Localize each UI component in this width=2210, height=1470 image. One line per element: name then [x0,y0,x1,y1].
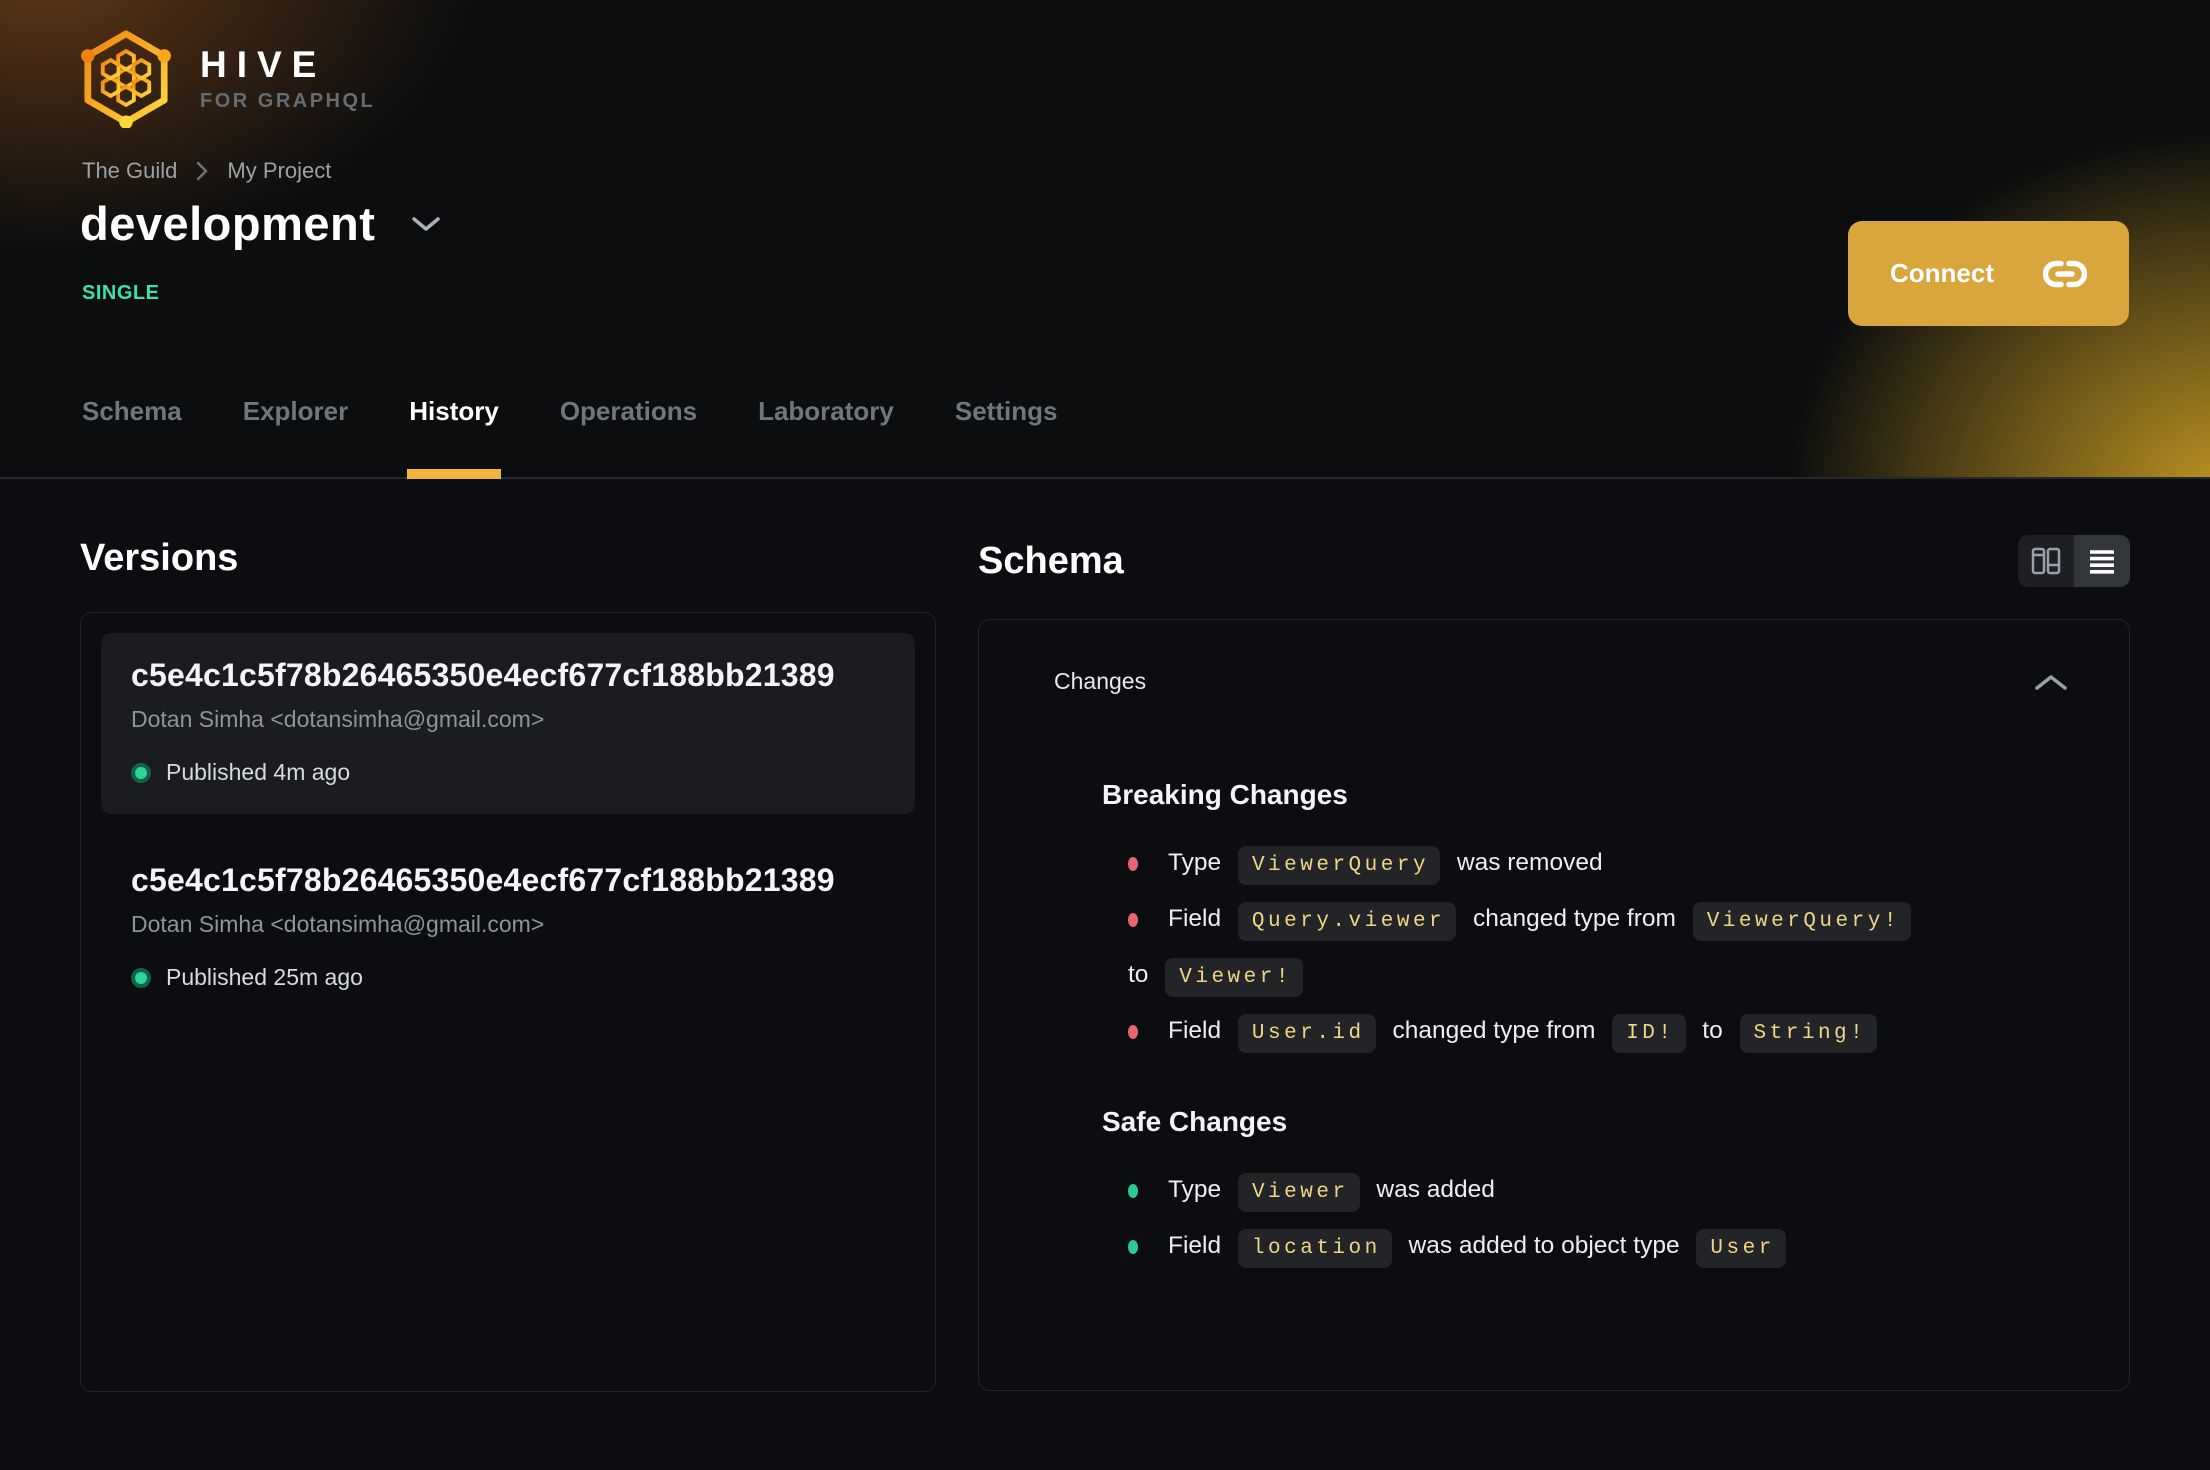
version-status-text: Published 4m ago [166,759,351,785]
change-item: Type Viewer was added [1128,1163,2069,1219]
change-text: was added to object type [1401,1232,1687,1259]
change-item: Field User.id changed type from ID! to S… [1128,1004,2069,1060]
published-status-dot [131,967,151,988]
change-text: Field [1168,1232,1228,1259]
code-chip: Query.viewer [1237,902,1457,941]
brand-name: HIVE [200,43,327,85]
chevron-right-icon [197,161,208,181]
tab-settings[interactable]: Settings [953,396,1060,477]
tab-laboratory[interactable]: Laboratory [756,396,896,477]
tab-bar: Schema Explorer History Operations Laborator… [80,396,1060,479]
list-view-button[interactable] [2074,535,2130,587]
list-view-icon [2090,550,2114,574]
hive-honeycomb-icon [81,30,171,128]
version-author: Dotan Simha <dotansimha@gmail.com> [131,706,545,732]
code-chip: String! [1739,1014,1878,1053]
tab-explorer[interactable]: Explorer [241,396,351,477]
change-item: Field Query.viewer changed type from Vie… [1128,892,2069,1004]
code-chip: User [1696,1229,1786,1268]
breaking-bullet [1128,856,1138,871]
version-status-text: Published 25m ago [166,964,363,990]
breadcrumb-project[interactable]: My Project [227,158,331,184]
tab-history[interactable]: History [407,396,501,479]
tab-operations[interactable]: Operations [558,396,699,477]
versions-heading: Versions [80,537,239,579]
change-item: Type ViewerQuery was removed [1128,836,2069,892]
version-hash: c5e4c1c5f78b26465350e4ecf677cf188bb21389 [131,862,835,898]
change-text: to [1695,1017,1730,1044]
code-chip: location [1237,1229,1392,1268]
schema-changes-panel: Changes Breaking Changes Type ViewerQuery… [978,619,2130,1391]
breadcrumb-org[interactable]: The Guild [82,158,177,184]
schema-heading: Schema [978,539,1124,582]
link-icon [2043,260,2087,287]
change-text: Type [1168,849,1228,876]
status-badge: SINGLE [82,282,160,304]
columns-view-icon [2031,547,2061,575]
chevron-up-icon [2035,674,2067,690]
breaking-bullet [1128,1024,1138,1039]
view-toggle [2018,535,2130,587]
target-selector[interactable]: development [80,196,441,251]
brand-logo[interactable]: HIVE FOR GRAPHQL [78,28,375,128]
change-text: changed type from [1385,1017,1603,1044]
code-chip: Viewer! [1165,958,1303,997]
chevron-down-icon [412,216,441,231]
code-chip: Viewer [1237,1173,1360,1212]
change-item: Field location was added to object type … [1128,1219,2069,1275]
connect-button[interactable]: Connect [1848,221,2129,326]
change-text: changed type from [1466,905,1683,932]
changes-body: Breaking Changes Type ViewerQuery was rem… [1054,779,2069,1275]
code-chip: ViewerQuery! [1692,902,1911,941]
code-chip: User.id [1237,1014,1376,1053]
schema-section: Schema Changes Breaking Changes Type View… [978,479,2130,1392]
change-text: was removed [1450,849,1603,876]
brand-wordmark: HIVE FOR GRAPHQL [200,44,375,113]
changes-label: Changes [1054,668,1147,694]
columns-view-button[interactable] [2018,535,2074,587]
changes-accordion-header[interactable]: Changes [1054,668,2069,695]
breaking-bullet [1128,912,1138,927]
version-status: Published 25m ago [131,964,885,991]
version-hash: c5e4c1c5f78b26465350e4ecf677cf188bb21389 [131,657,835,693]
safe-bullet [1128,1239,1138,1254]
brand-tagline: FOR GRAPHQL [200,89,376,112]
tab-schema[interactable]: Schema [80,396,184,477]
change-text: Type [1168,1176,1228,1203]
version-status: Published 4m ago [131,759,885,786]
code-chip: ID! [1612,1014,1686,1053]
change-text: Field [1168,1017,1228,1044]
safe-bullet [1128,1183,1138,1198]
version-author: Dotan Simha <dotansimha@gmail.com> [131,911,545,937]
published-status-dot [131,762,151,783]
change-text: was added [1369,1176,1495,1203]
change-text: Field [1168,905,1228,932]
change-list: Type Viewer was added Field location was … [1102,1163,2069,1275]
versions-section: Versions c5e4c1c5f78b26465350e4ecf677cf1… [80,479,936,1392]
connect-button-label: Connect [1890,258,1994,288]
breadcrumb: The Guild My Project [82,158,331,184]
change-text: to [1128,961,1156,988]
change-list: Type ViewerQuery was removed Field Query.… [1102,836,2069,1060]
change-section-title: Safe Changes [1102,1106,1288,1137]
code-chip: ViewerQuery [1237,846,1441,885]
app-header: HIVE FOR GRAPHQL The Guild My Project de… [0,0,2210,479]
page-title: development [80,197,376,250]
version-card[interactable]: c5e4c1c5f78b26465350e4ecf677cf188bb21389… [101,633,915,814]
hive-history-page: { "brand": { "name": "HIVE", "tagline": … [0,0,2210,1470]
version-card[interactable]: c5e4c1c5f78b26465350e4ecf677cf188bb21389… [101,838,915,1019]
change-section-title: Breaking Changes [1102,779,1348,810]
versions-panel: c5e4c1c5f78b26465350e4ecf677cf188bb21389… [80,612,936,1392]
main-content: Versions c5e4c1c5f78b26465350e4ecf677cf1… [0,479,2210,1392]
